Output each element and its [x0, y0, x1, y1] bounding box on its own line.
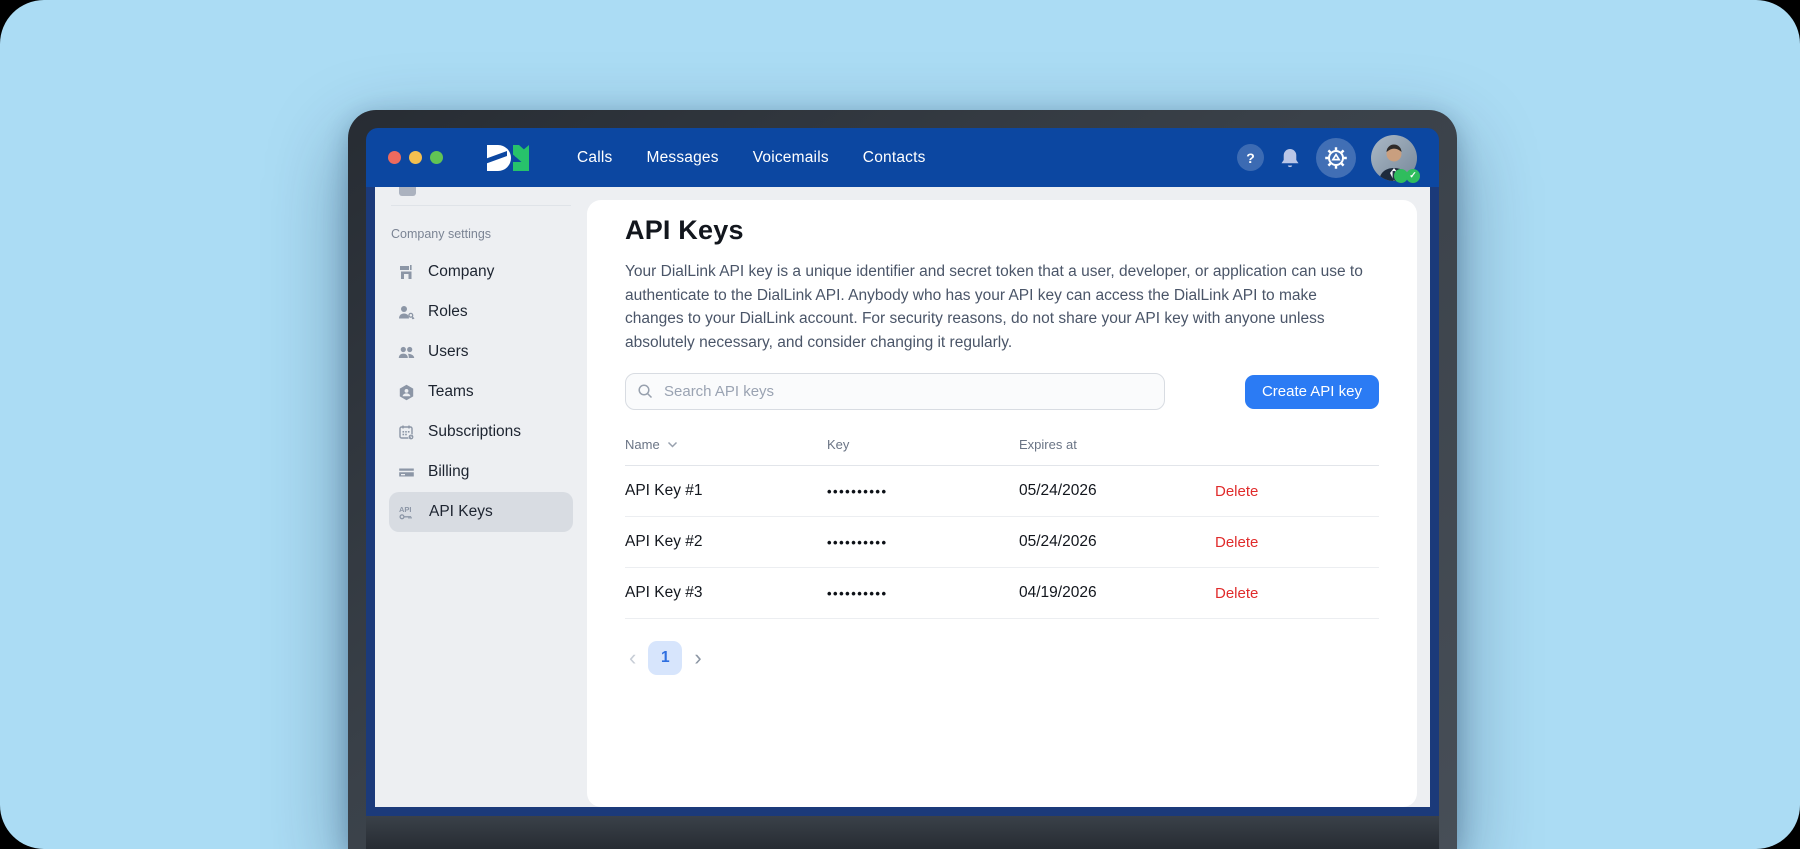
api-key-name: API Key #3: [625, 584, 827, 602]
api-key-masked: ••••••••••: [827, 535, 1019, 550]
table-row: API Key #2 •••••••••• 05/24/2026 Delete: [625, 517, 1379, 568]
api-key-name: API Key #2: [625, 533, 827, 551]
table-row: API Key #3 •••••••••• 04/19/2026 Delete: [625, 568, 1379, 619]
company-icon: [398, 264, 415, 281]
delete-button[interactable]: Delete: [1215, 534, 1379, 551]
pagination: ‹ 1 ›: [625, 641, 1379, 675]
sidebar-item-billing[interactable]: Billing: [389, 452, 573, 492]
svg-text:API: API: [399, 505, 412, 514]
settings-sidebar: Company settings Company: [375, 187, 587, 807]
pagination-next-icon[interactable]: ›: [694, 647, 701, 669]
window-bottom-edge: [366, 807, 1439, 816]
api-keys-panel: API Keys Your DialLink API key is a uniq…: [587, 200, 1417, 807]
api-key-expires: 05/24/2026: [1019, 482, 1215, 500]
sidebar-item-roles[interactable]: Roles: [389, 292, 573, 332]
roles-icon: [398, 304, 415, 321]
nav-contacts[interactable]: Contacts: [863, 149, 926, 167]
sidebar-item-label: Billing: [428, 463, 469, 481]
sidebar-divider: [391, 205, 571, 206]
nav-voicemails[interactable]: Voicemails: [753, 149, 829, 167]
api-key-masked: ••••••••••: [827, 586, 1019, 601]
teams-icon: [398, 384, 415, 401]
titlebar: Calls Messages Voicemails Contacts ?: [366, 128, 1439, 187]
api-key-masked: ••••••••••: [827, 484, 1019, 499]
delete-button[interactable]: Delete: [1215, 585, 1379, 602]
settings-gear-icon[interactable]: [1316, 138, 1356, 178]
pagination-page-1[interactable]: 1: [648, 641, 682, 675]
billing-icon: [398, 464, 415, 481]
sidebar-item-subscriptions[interactable]: Subscriptions: [389, 412, 573, 452]
app-window: Calls Messages Voicemails Contacts ?: [348, 110, 1457, 849]
column-header-expires[interactable]: Expires at: [1019, 437, 1215, 452]
page-title: API Keys: [625, 215, 1379, 246]
sidebar-section-label: Company settings: [391, 227, 573, 241]
status-check-badge: ✓: [1406, 169, 1420, 183]
create-api-key-button[interactable]: Create API key: [1245, 375, 1379, 409]
desktop-background: Calls Messages Voicemails Contacts ?: [0, 0, 1800, 849]
api-key-expires: 04/19/2026: [1019, 584, 1215, 602]
table-row: API Key #1 •••••••••• 05/24/2026 Delete: [625, 466, 1379, 517]
sort-chevron-icon: [667, 441, 678, 448]
window-controls: [388, 151, 443, 164]
api-keys-table: Name Key Expires at: [625, 437, 1379, 619]
window-bottom-bezel: [366, 816, 1439, 849]
pagination-prev-icon[interactable]: ‹: [629, 647, 636, 669]
sidebar-item-label: Subscriptions: [428, 423, 521, 441]
nav-messages[interactable]: Messages: [646, 149, 718, 167]
api-keys-icon: API: [398, 504, 416, 521]
page-description: Your DialLink API key is a unique identi…: [625, 260, 1379, 354]
search-icon: [637, 383, 654, 405]
sidebar-item-partial: [399, 187, 416, 196]
help-icon[interactable]: ?: [1237, 144, 1264, 171]
delete-button[interactable]: Delete: [1215, 483, 1379, 500]
minimize-window-button[interactable]: [409, 151, 422, 164]
sidebar-item-label: Teams: [428, 383, 474, 401]
sidebar-item-label: Roles: [428, 303, 468, 321]
sidebar-item-teams[interactable]: Teams: [389, 372, 573, 412]
search-input[interactable]: [625, 373, 1165, 410]
close-window-button[interactable]: [388, 151, 401, 164]
sidebar-item-api-keys[interactable]: API API Keys: [389, 492, 573, 532]
column-header-key[interactable]: Key: [827, 437, 1019, 452]
main-nav: Calls Messages Voicemails Contacts: [577, 149, 926, 167]
notifications-bell-icon[interactable]: [1279, 146, 1301, 170]
subscriptions-icon: [398, 424, 415, 441]
zoom-window-button[interactable]: [430, 151, 443, 164]
sidebar-item-company[interactable]: Company: [389, 252, 573, 292]
diallink-logo: [485, 143, 531, 173]
column-header-name[interactable]: Name: [625, 437, 827, 452]
user-avatar[interactable]: ✓: [1371, 135, 1417, 181]
nav-calls[interactable]: Calls: [577, 149, 612, 167]
users-icon: [398, 344, 415, 361]
api-key-expires: 05/24/2026: [1019, 533, 1215, 551]
api-key-name: API Key #1: [625, 482, 827, 500]
sidebar-item-users[interactable]: Users: [389, 332, 573, 372]
sidebar-item-label: API Keys: [429, 503, 493, 521]
sidebar-item-label: Company: [428, 263, 494, 281]
sidebar-item-label: Users: [428, 343, 468, 361]
